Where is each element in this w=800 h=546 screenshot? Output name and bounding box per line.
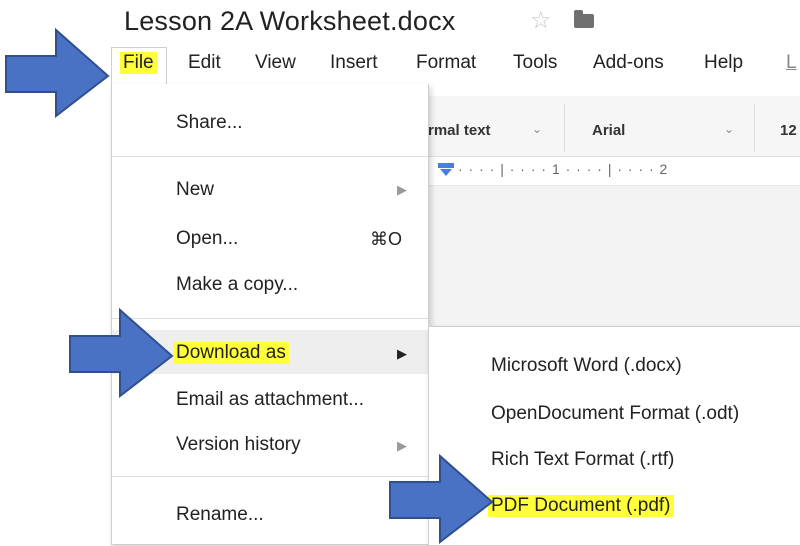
arrow-right-icon bbox=[389, 453, 494, 544]
toolbar-divider bbox=[754, 104, 755, 152]
font-select[interactable]: Arial bbox=[592, 122, 625, 139]
menu-item-share[interactable]: Share... bbox=[176, 112, 243, 134]
chevron-down-icon: ⌄ bbox=[532, 122, 543, 136]
arrow-right-icon bbox=[69, 307, 174, 399]
menu-item-email-attachment[interactable]: Email as attachment... bbox=[176, 389, 364, 411]
menu-item-download-as[interactable]: Download as bbox=[173, 342, 289, 364]
menu-item-new[interactable]: New bbox=[176, 179, 214, 201]
open-shortcut: ⌘O bbox=[370, 229, 403, 249]
document-title[interactable]: Lesson 2A Worksheet.docx bbox=[124, 6, 456, 37]
chevron-down-icon: ⌄ bbox=[724, 122, 735, 136]
menu-item-rename[interactable]: Rename... bbox=[176, 504, 264, 526]
menu-last-edit-link[interactable]: L bbox=[786, 52, 797, 74]
menu-addons[interactable]: Add-ons bbox=[593, 52, 664, 74]
paragraph-style-select[interactable]: rmal text bbox=[428, 122, 491, 139]
download-pdf[interactable]: PDF Document (.pdf) bbox=[488, 495, 674, 517]
ruler-ticks: · · · · | · · · · 1 · · · · | · · · · 2 bbox=[458, 161, 669, 177]
menu-separator bbox=[112, 476, 428, 477]
menu-item-open[interactable]: Open... bbox=[176, 228, 238, 250]
menu-format[interactable]: Format bbox=[416, 52, 476, 74]
ruler: · · · · | · · · · 1 · · · · | · · · · 2 bbox=[428, 157, 800, 186]
document-canvas bbox=[428, 186, 800, 326]
menu-help[interactable]: Help bbox=[704, 52, 743, 74]
menu-item-version-history[interactable]: Version history bbox=[176, 434, 301, 456]
formatting-toolbar: rmal text ⌄ Arial ⌄ 12 bbox=[428, 96, 800, 157]
menu-item-make-copy[interactable]: Make a copy... bbox=[176, 274, 298, 296]
download-odt[interactable]: OpenDocument Format (.odt) bbox=[491, 403, 739, 425]
indent-marker-icon[interactable] bbox=[438, 163, 454, 176]
chevron-right-icon: ▶ bbox=[397, 182, 407, 197]
menu-view[interactable]: View bbox=[255, 52, 296, 74]
toolbar-divider bbox=[564, 104, 565, 152]
star-icon[interactable]: ☆ bbox=[530, 6, 552, 35]
folder-icon[interactable] bbox=[574, 10, 594, 28]
arrow-right-icon bbox=[5, 27, 110, 119]
menu-edit[interactable]: Edit bbox=[188, 52, 221, 74]
font-size-select[interactable]: 12 bbox=[780, 122, 797, 139]
menu-tools[interactable]: Tools bbox=[513, 52, 557, 74]
chevron-right-icon: ▶ bbox=[397, 346, 407, 361]
download-docx[interactable]: Microsoft Word (.docx) bbox=[491, 355, 682, 377]
menu-insert[interactable]: Insert bbox=[330, 52, 378, 74]
menu-file[interactable]: File bbox=[120, 52, 157, 74]
download-rtf[interactable]: Rich Text Format (.rtf) bbox=[491, 449, 674, 471]
menu-separator bbox=[112, 156, 428, 157]
